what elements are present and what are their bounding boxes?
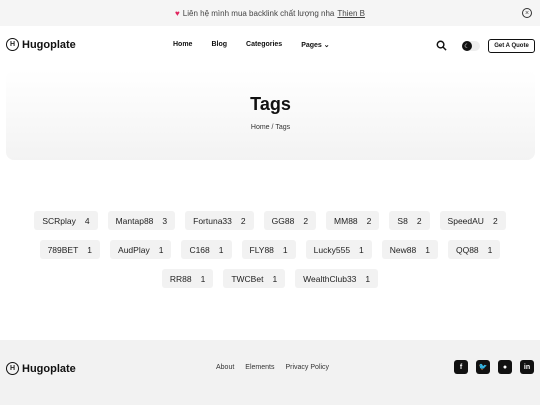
logo-icon: H (6, 362, 19, 375)
tag-item[interactable]: GG88 2 (263, 211, 317, 230)
heart-icon: ♥ (175, 8, 180, 18)
site-footer: H Hugoplate About Elements Privacy Polic… (0, 340, 540, 405)
tag-count: 1 (200, 273, 206, 284)
tag-count: 2 (240, 215, 246, 226)
nav-pages-label: Pages (301, 42, 322, 49)
tag-name: S8 (397, 215, 408, 226)
tag-name: GG88 (271, 215, 295, 226)
tag-item[interactable]: TWCBet 1 (223, 269, 286, 288)
tag-count: 1 (158, 244, 164, 255)
page-title: Tags (250, 94, 291, 114)
tag-item[interactable]: RR88 1 (161, 269, 214, 288)
tag-name: New88 (389, 244, 417, 255)
social-links: f 🐦 ● in (454, 360, 534, 374)
nav-categories[interactable]: Categories (246, 41, 282, 49)
tag-name: QQ88 (455, 244, 479, 255)
footer-links: About Elements Privacy Policy (216, 364, 340, 371)
breadcrumb: Home / Tags (251, 124, 290, 131)
breadcrumb-home[interactable]: Home (251, 124, 270, 131)
announcement-link[interactable]: Thien B (337, 9, 365, 18)
tag-count: 1 (487, 244, 493, 255)
tag-count: 2 (492, 215, 498, 226)
page-hero: Tags Home / Tags (6, 70, 535, 160)
footer-link-elements[interactable]: Elements (245, 364, 274, 371)
nav-home[interactable]: Home (173, 41, 192, 49)
nav-blog[interactable]: Blog (211, 41, 227, 49)
logo-text: Hugoplate (22, 362, 76, 375)
theme-toggle[interactable]: ☾ (462, 41, 480, 51)
announcement-bar: ♥ Liên hệ mình mua backlink chất lượng n… (0, 0, 540, 26)
tag-name: WealthClub33 (303, 273, 357, 284)
tag-count: 1 (218, 244, 224, 255)
twitter-icon[interactable]: 🐦 (476, 360, 490, 374)
tag-item[interactable]: QQ88 1 (447, 240, 501, 259)
tag-item[interactable]: S8 2 (389, 211, 430, 230)
tag-name: 789BET (47, 244, 79, 255)
breadcrumb-current: Tags (275, 124, 291, 131)
linkedin-icon[interactable]: in (520, 360, 534, 374)
tag-item[interactable]: Fortuna33 2 (185, 211, 254, 230)
logo-text: Hugoplate (22, 38, 76, 51)
footer-link-about[interactable]: About (216, 364, 234, 371)
announcement-text: Liên hệ mình mua backlink chất lượng nha (182, 8, 335, 18)
tag-count: 1 (272, 273, 278, 284)
tag-item[interactable]: MM88 2 (326, 211, 380, 230)
tag-item[interactable]: SpeedAU 2 (439, 211, 506, 230)
tag-name: RR88 (169, 273, 192, 284)
main-nav: Home Blog Categories Pages ⌄ (173, 41, 330, 49)
tag-count: 2 (303, 215, 309, 226)
tag-item[interactable]: WealthClub33 1 (295, 269, 379, 288)
nav-pages[interactable]: Pages ⌄ (301, 41, 329, 49)
tag-item[interactable]: AudPlay 1 (110, 240, 172, 259)
tag-item[interactable]: Lucky555 1 (305, 240, 372, 259)
tag-name: C168 (189, 244, 210, 255)
tag-item[interactable]: Mantap88 3 (107, 211, 176, 230)
tag-count: 3 (162, 215, 168, 226)
tag-count: 1 (87, 244, 93, 255)
site-header: H Hugoplate Home Blog Categories Pages ⌄… (0, 26, 540, 66)
tag-count: 1 (365, 273, 371, 284)
tag-count: 2 (366, 215, 372, 226)
tag-item[interactable]: 789BET 1 (39, 240, 101, 259)
tag-item[interactable]: New88 1 (381, 240, 438, 259)
site-logo[interactable]: H Hugoplate (6, 38, 76, 51)
facebook-icon[interactable]: f (454, 360, 468, 374)
tag-item[interactable]: C168 1 (181, 240, 232, 259)
close-icon[interactable]: × (522, 8, 532, 18)
tag-item[interactable]: SCRplay 4 (34, 211, 98, 230)
breadcrumb-separator: / (271, 124, 274, 131)
tag-item[interactable]: FLY88 1 (241, 240, 296, 259)
tag-name: SpeedAU (447, 215, 484, 226)
chevron-down-icon: ⌄ (323, 42, 330, 49)
tag-name: TWCBet (231, 273, 264, 284)
tag-list: SCRplay 4 Mantap88 3 Fortuna33 2 GG88 2 MM88… (0, 211, 540, 298)
footer-logo[interactable]: H Hugoplate (6, 362, 76, 375)
tag-count: 1 (359, 244, 364, 255)
tag-name: Fortuna33 (193, 215, 232, 226)
tag-count: 2 (416, 215, 422, 226)
tag-count: 1 (282, 244, 288, 255)
tag-name: SCRplay (42, 215, 76, 226)
get-quote-button[interactable]: Get A Quote (488, 39, 535, 53)
tag-name: FLY88 (249, 244, 274, 255)
tag-name: AudPlay (118, 244, 150, 255)
tag-name: MM88 (334, 215, 358, 226)
tag-name: Lucky555 (313, 244, 351, 255)
search-icon[interactable] (436, 40, 447, 51)
moon-icon: ☾ (462, 41, 472, 51)
logo-icon: H (6, 38, 19, 51)
tag-row: RR88 1 TWCBet 1 WealthClub33 1 (0, 269, 540, 288)
github-icon[interactable]: ● (498, 360, 512, 374)
tag-row: 789BET 1 AudPlay 1 C168 1 FLY88 1 Lucky555 1 … (0, 240, 540, 259)
tag-count: 4 (84, 215, 90, 226)
tag-count: 1 (425, 244, 430, 255)
tag-row: SCRplay 4 Mantap88 3 Fortuna33 2 GG88 2 MM88… (0, 211, 540, 230)
tag-name: Mantap88 (115, 215, 154, 226)
footer-link-privacy[interactable]: Privacy Policy (285, 364, 329, 371)
